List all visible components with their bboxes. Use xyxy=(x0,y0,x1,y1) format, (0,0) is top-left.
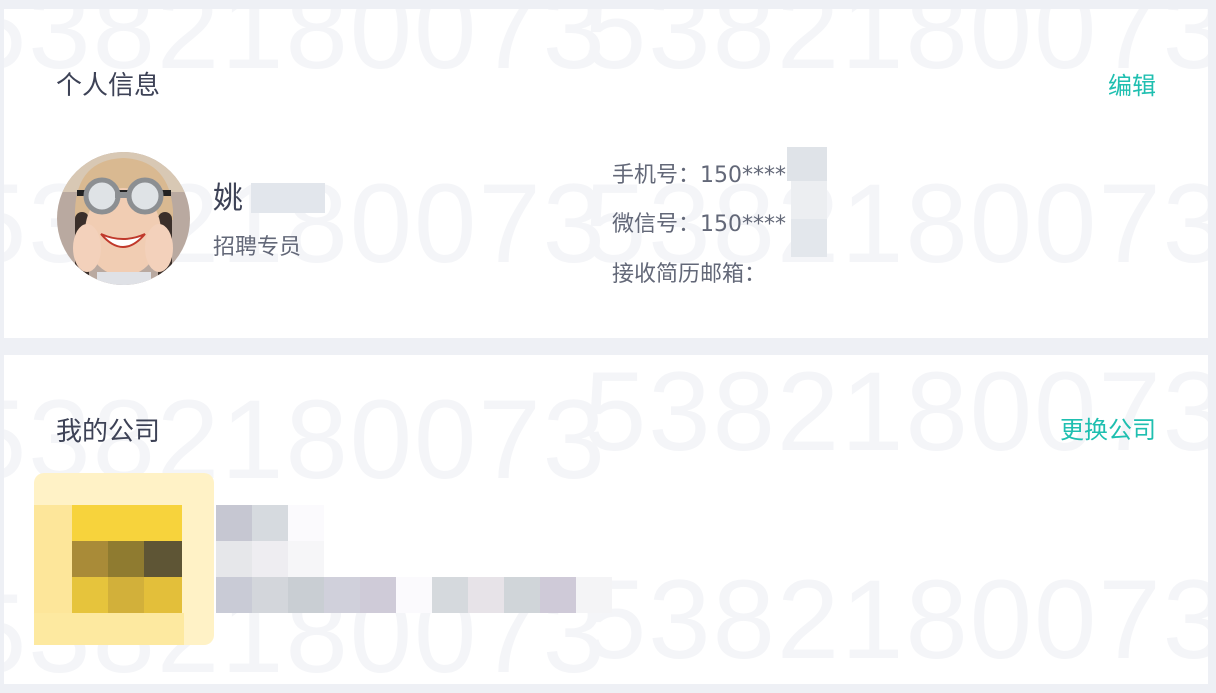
redaction-block xyxy=(791,219,827,257)
avatar xyxy=(57,152,190,285)
redaction-block xyxy=(791,181,827,219)
my-company-card: 5382180073 5382180073 5382180073 5382180… xyxy=(4,355,1208,684)
phone-value: 150**** xyxy=(700,163,787,188)
phone-row: 手机号：150**** xyxy=(612,157,786,189)
phone-label: 手机号： xyxy=(612,163,701,188)
personal-info-title: 个人信息 xyxy=(56,71,161,101)
user-role: 招聘专员 xyxy=(213,235,302,260)
my-company-title: 我的公司 xyxy=(56,417,161,447)
email-label: 接收简历邮箱： xyxy=(612,262,767,287)
avatar-image xyxy=(57,152,190,285)
wechat-label: 微信号： xyxy=(612,212,701,237)
email-row: 接收简历邮箱： xyxy=(612,256,766,288)
edit-button[interactable]: 编辑 xyxy=(1108,66,1156,101)
change-company-button[interactable]: 更换公司 xyxy=(1060,410,1156,445)
watermark: 5382180073 xyxy=(584,557,1208,682)
wechat-value: 150**** xyxy=(700,212,787,237)
personal-info-card: 5382180073 5382180073 5382180073 5382180… xyxy=(4,9,1208,338)
redaction-block xyxy=(787,147,827,181)
redaction-block xyxy=(251,183,325,213)
user-name: 姚 xyxy=(213,181,243,216)
wechat-row: 微信号：150**** xyxy=(612,206,786,238)
